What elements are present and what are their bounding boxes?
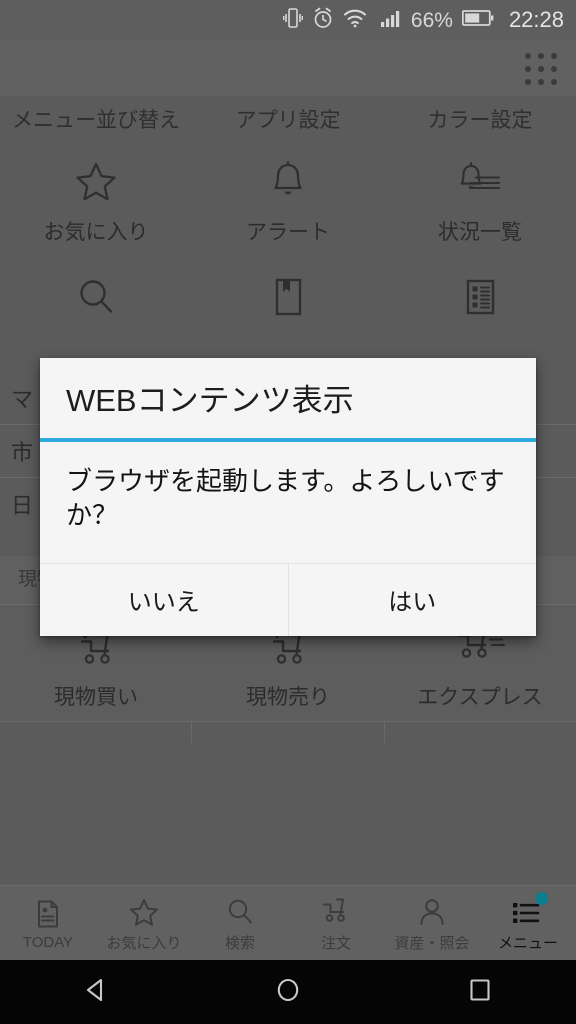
search-icon	[72, 272, 120, 322]
battery-icon	[461, 8, 494, 33]
menu-item-appsettings-label[interactable]: アプリ設定	[192, 96, 384, 134]
menu-item-colorsettings-label[interactable]: カラー設定	[384, 96, 576, 134]
dialog-yes-button[interactable]: はい	[289, 564, 537, 636]
menu-item-spot-sell-label: 現物売り	[246, 686, 330, 709]
document-icon	[32, 896, 64, 930]
list-menu-icon	[511, 891, 548, 928]
cart-icon	[319, 894, 353, 928]
star-icon	[72, 156, 120, 206]
alarm-icon	[312, 7, 334, 34]
menu-item-spot-buy-label: 現物買い	[54, 686, 138, 709]
menu-badge-dot	[535, 891, 548, 905]
menu-item-status-list-label: 状況一覧	[438, 221, 522, 244]
bell-list-icon	[454, 156, 506, 206]
signal-icon	[380, 8, 402, 33]
tab-favorites[interactable]: お気に入り	[96, 886, 192, 960]
menu-item-sort-label[interactable]: メニュー並び替え	[0, 96, 192, 134]
bell-icon	[264, 156, 312, 206]
obscured-row-1-label: マ	[10, 387, 33, 412]
nav-recents-button[interactable]	[420, 975, 540, 1010]
dialog-message: ブラウザを起動します。よろしいですか？	[66, 466, 505, 531]
menu-item-alert-label: アラート	[246, 221, 330, 244]
obscured-row-3-label: 日	[10, 493, 33, 518]
nav-home-button[interactable]	[228, 975, 348, 1010]
book-icon	[264, 272, 312, 322]
tab-menu[interactable]: メニュー	[480, 886, 576, 960]
star-icon	[128, 894, 160, 928]
menu-item-status-list[interactable]: 状況一覧	[384, 140, 576, 256]
menu-label-row-1: メニュー並び替え アプリ設定 カラー設定	[0, 96, 576, 140]
menu-item-favorites-label: お気に入り	[43, 221, 149, 244]
menu-item-express-label: エクスプレス	[417, 686, 543, 709]
obscured-row-2-label: 市	[10, 440, 33, 465]
nav-back-button[interactable]	[36, 975, 156, 1010]
vibrate-icon	[282, 6, 304, 35]
tab-today-label: TODAY	[22, 933, 74, 951]
battery-percent: 66%	[410, 8, 453, 32]
web-content-dialog: WEBコンテンツ表示 ブラウザを起動します。よろしいですか？ いいえ はい	[40, 358, 536, 636]
menu-row-2: お気に入り アラート 状況一覧	[0, 140, 576, 256]
tab-menu-label: メニュー	[497, 934, 558, 952]
tab-assets-label: 資産・照会	[394, 934, 470, 952]
android-navigation-bar	[0, 960, 576, 1024]
menu-cell-partial[interactable]	[0, 721, 193, 743]
tab-search[interactable]: 検索	[192, 886, 288, 960]
dialog-button-row: いいえ はい	[40, 563, 537, 636]
menu-item-favorites[interactable]: お気に入り	[0, 140, 192, 256]
status-bar-clock: 22:28	[508, 7, 564, 32]
menu-item-search[interactable]	[0, 256, 192, 372]
bottom-tab-bar: TODAY お気に入り 検索 注文 資産・照会 メニュー	[0, 885, 576, 960]
back-triangle-icon	[81, 975, 111, 1010]
list-document-icon	[456, 272, 504, 322]
menu-item-book[interactable]	[192, 256, 384, 372]
menu-cell-partial[interactable]	[384, 721, 576, 743]
menu-row-3	[0, 256, 576, 372]
menu-item-alert[interactable]: アラート	[192, 140, 384, 256]
tab-search-label: 検索	[224, 934, 255, 952]
tab-order[interactable]: 注文	[288, 886, 384, 960]
grid-dots-icon[interactable]	[524, 52, 558, 86]
person-icon	[416, 894, 448, 928]
menu-item-list-document[interactable]	[384, 256, 576, 372]
tab-today[interactable]: TODAY	[0, 886, 96, 960]
dialog-no-button[interactable]: いいえ	[40, 564, 288, 636]
app-top-bar	[0, 40, 576, 96]
menu-row-5-partial	[0, 721, 576, 743]
recents-square-icon	[465, 975, 495, 1010]
tab-assets[interactable]: 資産・照会	[384, 886, 480, 960]
search-icon	[224, 894, 256, 928]
tab-favorites-label: お気に入り	[106, 934, 182, 952]
wifi-icon	[343, 8, 367, 33]
status-bar: 66% 22:28	[0, 0, 576, 40]
home-circle-icon	[273, 975, 303, 1010]
phone-screen: 66% 22:28 メニュー並び替え アプリ設定 カラー設定 お気に入り アラー…	[0, 0, 576, 1024]
menu-cell-partial[interactable]	[192, 721, 385, 743]
tab-order-label: 注文	[320, 934, 351, 952]
dialog-title: WEBコンテンツ表示	[66, 383, 354, 418]
